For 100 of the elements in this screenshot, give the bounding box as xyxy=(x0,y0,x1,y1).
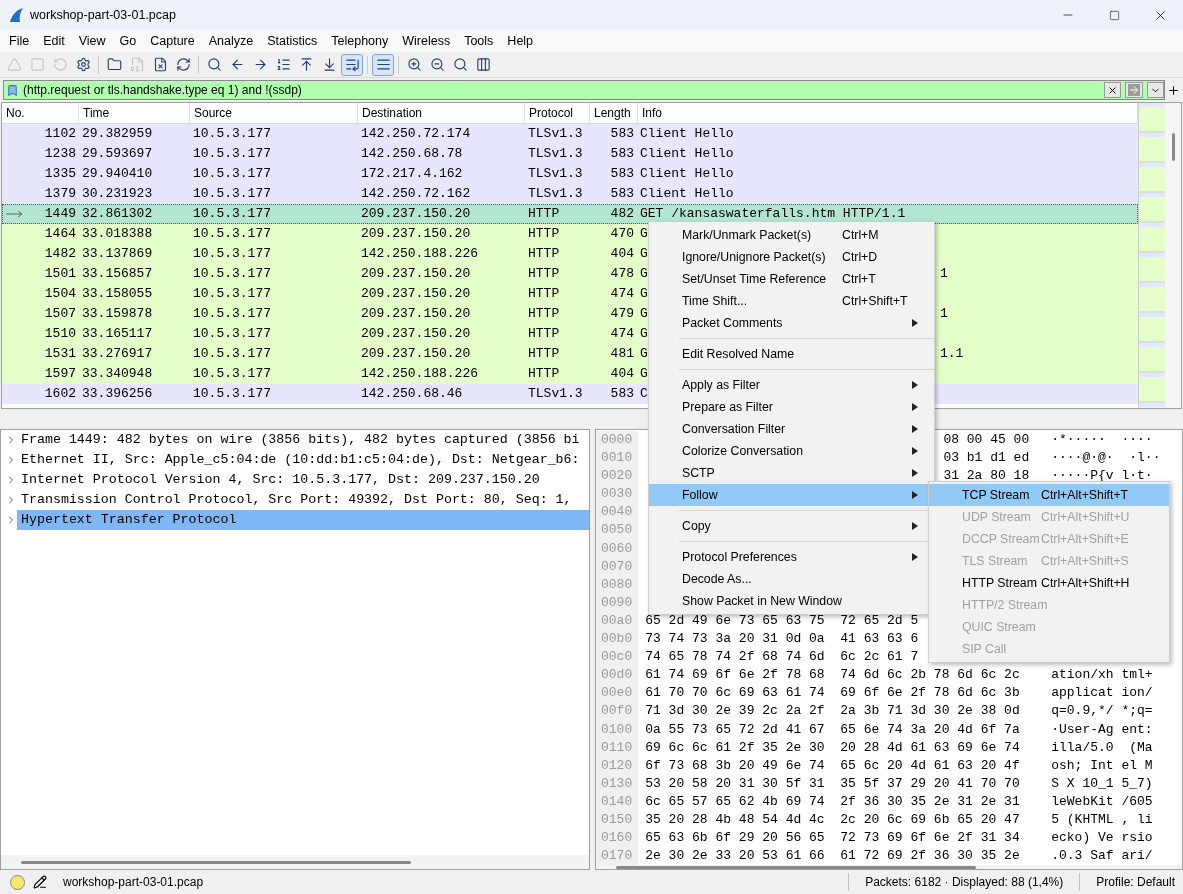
menu-item[interactable]: Capture xyxy=(143,34,202,48)
ascii-bytes: illa/5.0 (Ma xyxy=(1051,739,1153,755)
menu-item[interactable]: Help xyxy=(500,34,541,48)
tree-item[interactable]: Transmission Control Protocol, Src Port: 49392, Dst Port: 80, Seq: 1, xyxy=(17,490,589,510)
table-cell-text: 481 xyxy=(609,345,635,363)
column-header[interactable]: Source xyxy=(190,103,358,123)
table-cell-text: 29.382959 xyxy=(81,125,154,143)
submenu-arrow-icon xyxy=(912,381,918,389)
packet-row[interactable]: 1102 29.382959 10.5.3.177 142.250.72.174 TLSv1.3 583 Client Hello xyxy=(2,124,1138,144)
menu-item[interactable]: File xyxy=(2,34,37,48)
column-header[interactable]: Length xyxy=(590,103,638,123)
table-cell-text: 1597 xyxy=(44,365,76,383)
table-cell-text: 404 xyxy=(609,245,635,263)
table-cell-text: 583 xyxy=(609,165,635,183)
ascii-bytes: leWebKit /605 xyxy=(1051,793,1153,809)
tree-item[interactable]: Hypertext Transfer Protocol xyxy=(17,510,589,530)
table-cell-text: 478 xyxy=(609,265,635,283)
table-cell-text: G xyxy=(640,325,648,343)
table-cell-text: HTTP xyxy=(527,205,561,223)
packet-row[interactable]: 1238 29.593697 10.5.3.177 142.250.68.78 TLSv1.3 583 Client Hello xyxy=(2,144,1138,164)
tree-item[interactable]: Frame 1449: 482 bytes on wire (3856 bits), 482 bytes captured (3856 bi xyxy=(17,430,589,450)
add-icon[interactable] xyxy=(1167,83,1180,97)
table-cell-text: 1510 xyxy=(44,325,76,343)
table-cell-text: HTTP xyxy=(527,345,561,363)
scrollbar[interactable] xyxy=(596,865,1182,869)
menu-item[interactable]: Edit xyxy=(36,34,72,48)
hex-bytes: 35 20 28 4b 48 54 4d 4c 2c 20 6c 69 6b 65 20 47 xyxy=(645,811,1020,827)
profile-label[interactable]: Profile: Default xyxy=(1088,875,1183,889)
list-end-icon[interactable] xyxy=(341,53,363,76)
hex-bytes: 73 74 73 3a 20 31 0d 0a 41 63 63 6 xyxy=(645,631,919,647)
hex-bytes: 61 70 70 6c 69 63 61 74 69 6f 6e 2f 78 6d 6c 3b xyxy=(645,685,1020,701)
table-cell-text: 583 xyxy=(609,125,635,143)
menu-item[interactable]: Tools xyxy=(457,34,501,48)
table-cell-text: 1 xyxy=(940,265,948,283)
byte-offset: 0070 xyxy=(601,557,633,576)
edit-icon[interactable] xyxy=(33,875,47,889)
maximize-icon xyxy=(1108,9,1120,21)
byte-offset: 00e0 xyxy=(601,684,633,703)
hex-bytes: 69 6c 6c 61 2f 35 2e 30 20 28 4d 61 63 69 6e 74 xyxy=(645,739,1020,755)
table-cell-text: Client Hello xyxy=(640,165,734,183)
table-cell-text: 142.250.188.226 xyxy=(360,245,480,263)
table-cell-text: 1464 xyxy=(44,225,76,243)
table-cell-text: 10.5.3.177 xyxy=(192,125,272,143)
table-cell-text: 1482 xyxy=(44,245,76,263)
tree-item[interactable]: Internet Protocol Version 4, Src: 10.5.3.177, Dst: 209.237.150.20 xyxy=(17,470,589,490)
menu-item[interactable]: HTTP Stream Ctrl+Alt+Shift+H xyxy=(929,572,1169,594)
packet-count: Packets: 6182 · Displayed: 88 (1,4%) xyxy=(864,875,1065,889)
byte-offset: 00d0 xyxy=(601,666,633,685)
table-cell-text: G xyxy=(640,345,648,363)
table-cell-text: HTTP xyxy=(527,365,561,383)
table-cell-text: 33.276917 xyxy=(81,345,154,363)
column-header[interactable]: Protocol xyxy=(525,103,590,123)
column-header[interactable]: Destination xyxy=(358,103,525,123)
table-cell-text: HTTP xyxy=(527,325,561,343)
tree-item[interactable]: Ethernet II, Src: Apple_c5:04:de (10:dd:b1:c5:04:de), Dst: Netgear_b6: xyxy=(17,450,589,470)
byte-offset: 0010 xyxy=(601,449,633,468)
menu-item[interactable]: Edit Resolved Name xyxy=(649,343,934,365)
scrollbar[interactable] xyxy=(1,855,589,869)
table-cell-text: Client Hello xyxy=(640,125,734,143)
hex-bytes: 6f 73 68 3b 20 49 6e 74 65 6c 20 4d 61 63 20 4f xyxy=(645,757,1020,773)
table-cell-text: 10.5.3.177 xyxy=(192,145,272,163)
table-cell-text: 33.156857 xyxy=(81,265,154,283)
menu-item[interactable]: Statistics xyxy=(260,34,325,48)
ascii-bytes: ·User-Ag ent: xyxy=(1051,721,1153,737)
lines-icon[interactable] xyxy=(372,53,394,76)
bookmark-icon[interactable] xyxy=(6,83,19,97)
table-cell-text: 209.237.150.20 xyxy=(360,285,472,303)
ascii-bytes: applicat ion/ xyxy=(1051,685,1153,701)
table-cell-text: 10.5.3.177 xyxy=(192,205,272,223)
packet-row[interactable]: 1449 32.861302 10.5.3.177 209.237.150.20 HTTP 482 GET /kansaswaterfalls.htm HTTP/1.1 xyxy=(2,204,1138,224)
status-indicator-icon[interactable] xyxy=(10,874,25,890)
table-cell-text: HTTP xyxy=(527,225,561,243)
menu-item[interactable]: Go xyxy=(112,34,144,48)
scrollbar[interactable] xyxy=(1165,103,1181,408)
table-cell-text: Client Hello xyxy=(640,185,734,203)
table-cell-text: 10.5.3.177 xyxy=(192,385,272,403)
packet-row[interactable]: 1335 29.940410 10.5.3.177 172.217.4.162 TLSv1.3 583 Client Hello xyxy=(2,164,1138,184)
menu-item[interactable]: Colorize Conversation xyxy=(649,440,934,462)
menu-item[interactable]: TCP Stream Ctrl+Alt+Shift+T xyxy=(929,484,1169,506)
table-cell-text: HTTP xyxy=(527,305,561,323)
table-cell-text: 1504 xyxy=(44,285,76,303)
column-header[interactable]: Time xyxy=(79,103,190,123)
table-cell-text: 32.861302 xyxy=(81,205,154,223)
menu-item[interactable]: SCTP xyxy=(649,462,934,484)
byte-offset: 0120 xyxy=(601,756,633,775)
byte-offset: 0160 xyxy=(601,829,633,848)
menu-item[interactable]: Conversation Filter xyxy=(649,418,934,440)
clear-button[interactable] xyxy=(1104,82,1121,98)
packet-row[interactable]: 1379 30.231923 10.5.3.177 142.250.72.162 TLSv1.3 583 Client Hello xyxy=(2,184,1138,204)
menu-item[interactable]: Wireless xyxy=(395,34,458,48)
table-cell-text: HTTP xyxy=(527,285,561,303)
ascii-bytes: ·····P{v l·t· xyxy=(1051,468,1153,484)
table-cell-text: TLSv1.3 xyxy=(527,145,584,163)
column-header[interactable]: No. xyxy=(2,103,79,123)
table-cell-text: 33.396256 xyxy=(81,385,154,403)
menu-item[interactable]: Mark/Unmark Packet(s) Ctrl+M xyxy=(649,224,934,246)
display-filter-field[interactable]: (http.request or tls.handshake.type eq 1) and !(ssdp) xyxy=(3,80,1165,100)
menu-item[interactable]: View xyxy=(71,34,113,48)
menu-item[interactable]: Telephony xyxy=(324,34,396,48)
menu-item[interactable]: Analyze xyxy=(201,34,261,48)
